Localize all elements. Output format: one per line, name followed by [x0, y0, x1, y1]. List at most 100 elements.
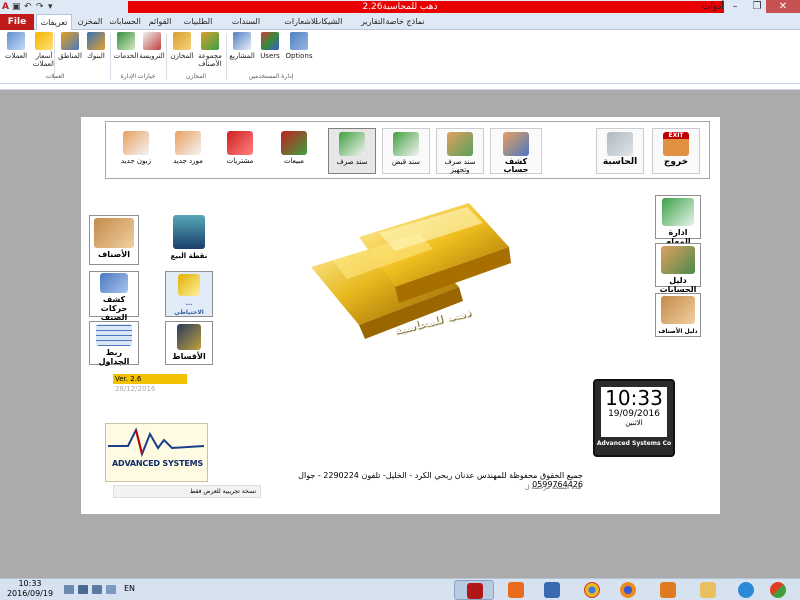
taskbar-access[interactable] — [454, 580, 494, 600]
taskbar-explorer[interactable] — [688, 580, 728, 600]
internet-explorer-icon — [738, 582, 754, 598]
taskbar-virtualbox[interactable] — [532, 580, 572, 600]
access-icon — [467, 583, 483, 599]
projects-button[interactable]: المشاريع — [228, 32, 256, 60]
clock-caption: Advanced Systems Co — [596, 440, 672, 447]
taskbar-media[interactable] — [648, 580, 688, 600]
item-groups-button[interactable]: مجموعة الأصناف — [196, 32, 224, 68]
tab-cheques[interactable]: الشيكات — [302, 14, 354, 30]
receipt-voucher-button[interactable]: سند قبض — [382, 128, 430, 174]
calculator-icon — [607, 132, 633, 156]
main-toolbar: زبون جديد مورد جديد مشتريات مبيعات سند ص… — [105, 121, 710, 179]
new-customer-button[interactable]: زبون جديد — [112, 128, 160, 174]
items-button[interactable]: الأصناف — [89, 215, 139, 265]
letterhead-button[interactable]: الترويسة — [138, 32, 166, 60]
undo-icon[interactable]: ↶ — [24, 1, 32, 13]
maximize-button[interactable]: ❐ — [746, 0, 768, 13]
pos-button[interactable]: نقطة البيع — [165, 215, 213, 265]
account-statement-button[interactable]: كشف حساب — [490, 128, 542, 174]
warehouse-icon — [173, 32, 191, 50]
access-app-icon[interactable]: A — [2, 1, 9, 13]
users-icon — [261, 32, 279, 50]
show-hidden-icons[interactable] — [106, 585, 116, 594]
exit-button[interactable]: EXIT خروج — [652, 128, 700, 174]
windows-start-icon — [770, 582, 786, 598]
taskbar-start[interactable] — [760, 580, 798, 600]
item-movements-icon — [100, 273, 128, 293]
action-center-icon[interactable] — [64, 585, 74, 594]
table-grid-icon — [96, 324, 132, 346]
payment-equip-button[interactable]: سند صرف وتجهيز — [436, 128, 484, 174]
clock-face: 10:33 19/09/2016 الاثنين — [601, 387, 667, 437]
pulse-logo-icon — [108, 427, 205, 458]
firefox-icon — [620, 582, 636, 598]
language-indicator[interactable]: EN — [124, 584, 135, 593]
taskbar-chrome[interactable] — [572, 580, 612, 600]
media-player-icon — [660, 582, 676, 598]
reserve-fund-button[interactable]: ... الاحتياطي — [165, 271, 213, 317]
currencies-icon — [7, 32, 25, 50]
items-guide-button[interactable]: دليل الأصناف — [655, 293, 701, 337]
save-icon[interactable]: ▣ — [12, 1, 21, 13]
accounts-guide-button[interactable]: دليل الحسابات — [655, 243, 701, 294]
customer-icon — [123, 131, 149, 155]
cash-register-icon — [173, 215, 205, 249]
banks-icon — [87, 32, 105, 50]
trial-notice: نسخة تجريبية للعرض فقط — [113, 485, 261, 498]
accounts-guide-icon — [661, 246, 695, 274]
purchases-button[interactable]: مشتريات — [216, 128, 264, 174]
network-icon[interactable] — [78, 585, 88, 594]
installments-button[interactable]: الأقساط — [165, 321, 213, 365]
version-date: 28/12/2016 — [115, 385, 156, 393]
minimize-button[interactable]: – — [724, 0, 746, 13]
taskbar-firefox[interactable] — [608, 580, 648, 600]
coins-icon — [35, 32, 53, 50]
regions-icon — [61, 32, 79, 50]
close-button[interactable]: ✕ — [766, 0, 800, 13]
tables-link-button[interactable]: ربط الجداول — [89, 321, 139, 366]
tab-orders[interactable]: الطلبيات — [178, 14, 218, 30]
tab-accounts[interactable]: الحسابات — [108, 14, 142, 30]
users-button[interactable]: Users — [256, 32, 284, 60]
sales-button[interactable]: مبيعات — [270, 128, 318, 174]
tab-lists[interactable]: القوائم — [144, 14, 176, 30]
tab-file[interactable]: File — [0, 14, 34, 30]
item-movements-button[interactable]: كشف حركات الصنف — [89, 271, 139, 322]
group-warehouses: المخازن — [186, 73, 206, 80]
task-management-button[interactable]: ادارة المهام — [655, 195, 701, 246]
clock-widget: 10:33 19/09/2016 الاثنين Advanced System… — [593, 379, 675, 457]
gold-bars-graphic — [311, 203, 511, 339]
qat-dropdown-icon[interactable]: ▾ — [48, 1, 53, 13]
warehouses-button[interactable]: المخازن — [168, 32, 196, 60]
banks-button[interactable]: البنوك — [82, 32, 110, 60]
account-statement-icon — [503, 132, 529, 156]
box-icon — [544, 582, 560, 598]
licensed-to-text: هذه النسخة مرخصة ل — [525, 484, 581, 491]
xampp-icon — [508, 582, 524, 598]
tab-vouchers[interactable]: السندات — [220, 14, 272, 30]
projects-icon — [233, 32, 251, 50]
taskbar-date: 2016/09/19 — [6, 589, 54, 598]
regions-button[interactable]: المناطق — [56, 32, 84, 60]
tab-warehouse[interactable]: المخزن — [74, 14, 106, 30]
task-checklist-icon — [662, 198, 694, 226]
payment-voucher-button[interactable]: سند صرف — [328, 128, 376, 174]
group-currencies: العملات — [45, 73, 65, 80]
currencies-button[interactable]: العملات — [2, 32, 30, 60]
items-guide-icon — [661, 296, 695, 324]
volume-icon[interactable] — [92, 585, 102, 594]
options-icon — [290, 32, 308, 50]
services-button[interactable]: الخدمات — [112, 32, 140, 60]
taskbar-xampp[interactable] — [496, 580, 536, 600]
gold-bars-image — [299, 197, 515, 340]
handshake-icon — [447, 132, 473, 156]
tab-definitions[interactable]: تعريفات — [36, 14, 72, 31]
redo-icon[interactable]: ↷ — [36, 1, 44, 13]
taskbar-clock[interactable]: 10:33 2016/09/19 — [2, 579, 58, 599]
calculator-button[interactable]: الحاسبة — [596, 128, 644, 174]
options-button[interactable]: Options — [284, 32, 314, 60]
clock-date: 19/09/2016 — [608, 409, 660, 419]
tab-special-forms[interactable]: نماذج خاصة — [380, 14, 430, 30]
taskbar: 10:33 2016/09/19 EN — [0, 578, 800, 600]
new-supplier-button[interactable]: مورد جديد — [164, 128, 212, 174]
